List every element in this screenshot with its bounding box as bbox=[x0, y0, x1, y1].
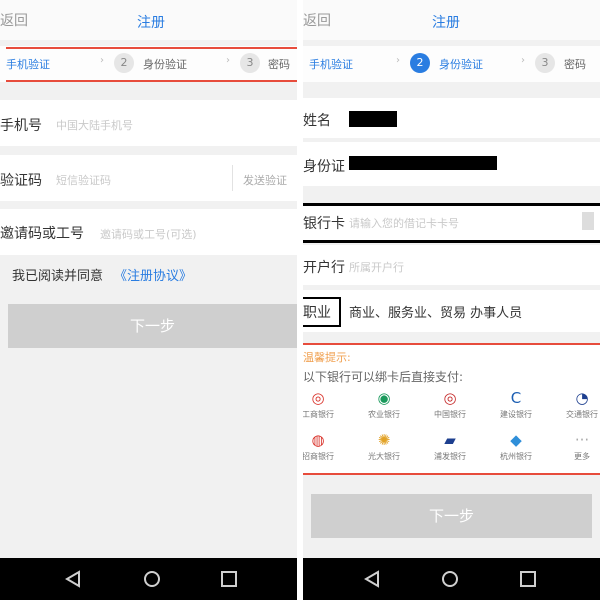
step-3-label: 密码 bbox=[564, 58, 586, 71]
home-nav-icon[interactable] bbox=[143, 570, 161, 588]
chevron-right-icon: › bbox=[396, 55, 400, 66]
more-icon: ··· bbox=[574, 431, 590, 449]
code-input[interactable]: 短信验证码 bbox=[56, 172, 111, 188]
supported-banks-panel: 温馨提示: 以下银行可以绑卡后直接支付: ◎ 工商银行 ◉ 农业银行 ◎ 中国银行 C 建设银… bbox=[303, 345, 600, 473]
name-row[interactable]: 姓名 bbox=[303, 98, 600, 138]
recents-nav-icon[interactable] bbox=[220, 570, 238, 588]
bank-name: 招商银行 bbox=[303, 452, 334, 461]
id-label: 身份证 bbox=[303, 159, 345, 175]
agreement-link[interactable]: 《注册协议》 bbox=[114, 265, 192, 284]
register-step2-screen: 返回 注册 手机验证 › 2 身份验证 › 3 密码 姓名 身份证 银行卡 请输… bbox=[303, 0, 600, 600]
tips-text: 以下银行可以绑卡后直接支付: bbox=[303, 370, 464, 384]
abc-bank-item[interactable]: ◉ 农业银行 bbox=[359, 387, 409, 420]
bank-name: 交通银行 bbox=[566, 410, 598, 419]
cmb-icon: ◍ bbox=[311, 431, 325, 449]
chevron-right-icon: › bbox=[521, 55, 525, 66]
boc-bank-item[interactable]: ◎ 中国银行 bbox=[425, 387, 475, 420]
icbc-bank-item[interactable]: ◎ 工商银行 bbox=[303, 387, 343, 420]
more-bank-item[interactable]: ··· 更多 bbox=[557, 429, 600, 462]
next-button[interactable]: 下一步 bbox=[8, 304, 297, 348]
code-label: 验证码 bbox=[0, 173, 42, 189]
step-3-number: 3 bbox=[535, 53, 555, 73]
step-3-label: 密码 bbox=[268, 58, 290, 71]
ccb-bank-item[interactable]: C 建设银行 bbox=[491, 387, 541, 420]
phone-row[interactable]: 手机号 中国大陆手机号 bbox=[0, 100, 297, 146]
bank-name: 中国银行 bbox=[434, 410, 466, 419]
name-redacted bbox=[349, 111, 397, 127]
back-button[interactable]: 返回 bbox=[303, 10, 331, 30]
abc-icon: ◉ bbox=[377, 389, 391, 407]
android-nav-bar bbox=[303, 558, 600, 600]
bank-select[interactable]: 所属开户行 bbox=[349, 259, 404, 275]
hzbank-bank-item[interactable]: ◆ 杭州银行 bbox=[491, 429, 541, 462]
bank-card-label: 银行卡 bbox=[303, 216, 345, 232]
ceb-bank-item[interactable]: ✺ 光大银行 bbox=[359, 429, 409, 462]
id-row[interactable]: 身份证 bbox=[303, 142, 600, 186]
bank-row[interactable]: 开户行 所属开户行 bbox=[303, 245, 600, 285]
step-2-label: 身份验证 bbox=[439, 58, 483, 71]
back-button[interactable]: 返回 bbox=[0, 10, 28, 30]
step-3-number: 3 bbox=[240, 53, 260, 73]
bank-name: 光大银行 bbox=[368, 452, 400, 461]
step-2-number: 2 bbox=[410, 53, 430, 73]
invite-input[interactable]: 邀请码或工号(可选) bbox=[100, 226, 197, 242]
step-1-label: 手机验证 bbox=[309, 58, 353, 71]
agree-text: 我已阅读并同意 bbox=[12, 269, 104, 284]
cmb-bank-item[interactable]: ◍ 招商银行 bbox=[303, 429, 343, 462]
spdb-bank-item[interactable]: ▰ 浦发银行 bbox=[425, 429, 475, 462]
chevron-right-icon: › bbox=[100, 55, 104, 66]
ceb-icon: ✺ bbox=[377, 431, 391, 449]
header-bar: 返回 注册 bbox=[303, 0, 600, 40]
bank-name: 农业银行 bbox=[368, 410, 400, 419]
boc-icon: ◎ bbox=[443, 389, 457, 407]
tips-title: 温馨提示: bbox=[303, 351, 351, 364]
bank-name: 杭州银行 bbox=[500, 452, 532, 461]
name-label: 姓名 bbox=[303, 113, 331, 129]
code-row[interactable]: 验证码 短信验证码 发送验证 bbox=[0, 155, 297, 201]
step-2-label: 身份验证 bbox=[143, 58, 187, 71]
ccb-icon: C bbox=[510, 389, 522, 407]
scan-card-icon[interactable] bbox=[582, 212, 594, 230]
header-bar: 返回 注册 bbox=[0, 0, 297, 40]
back-nav-icon[interactable] bbox=[64, 570, 82, 588]
job-row[interactable]: 职业 商业、服务业、贸易 办事人员 bbox=[303, 290, 600, 332]
step-indicator: 手机验证 › 2 身份验证 › 3 密码 bbox=[303, 46, 600, 82]
android-nav-bar bbox=[0, 558, 297, 600]
highlight-line-top bbox=[6, 47, 297, 49]
bank-name: 工商银行 bbox=[303, 410, 334, 419]
bocom-bank-item[interactable]: ◔ 交通银行 bbox=[557, 387, 600, 420]
phone-label: 手机号 bbox=[0, 118, 42, 134]
recents-nav-icon[interactable] bbox=[519, 570, 537, 588]
highlight-line-bottom bbox=[303, 473, 600, 475]
id-redacted bbox=[349, 156, 497, 170]
spdb-icon: ▰ bbox=[444, 431, 456, 449]
bank-card-row[interactable]: 银行卡 请输入您的借记卡卡号 bbox=[303, 203, 600, 243]
page-title: 注册 bbox=[137, 15, 165, 31]
bank-name: 浦发银行 bbox=[434, 452, 466, 461]
page-title: 注册 bbox=[432, 15, 460, 31]
bank-card-input[interactable]: 请输入您的借记卡卡号 bbox=[349, 215, 459, 231]
bocom-icon: ◔ bbox=[575, 389, 589, 407]
step-1-label: 手机验证 bbox=[6, 58, 50, 71]
step-indicator: 手机验证 › 2 身份验证 › 3 密码 bbox=[0, 46, 297, 82]
back-nav-icon[interactable] bbox=[363, 570, 381, 588]
home-nav-icon[interactable] bbox=[441, 570, 459, 588]
job-value[interactable]: 商业、服务业、贸易 办事人员 bbox=[349, 302, 522, 321]
highlight-line-bottom bbox=[6, 80, 297, 82]
chevron-right-icon: › bbox=[226, 55, 230, 66]
bank-label: 开户行 bbox=[303, 260, 345, 276]
divider bbox=[232, 165, 233, 191]
bank-name: 更多 bbox=[574, 452, 590, 461]
hzbank-icon: ◆ bbox=[510, 431, 522, 449]
job-label: 职业 bbox=[303, 305, 331, 321]
step-2-number: 2 bbox=[114, 53, 134, 73]
next-button[interactable]: 下一步 bbox=[311, 494, 592, 538]
invite-row[interactable]: 邀请码或工号 邀请码或工号(可选) bbox=[0, 209, 297, 255]
register-step1-screen: 返回 注册 手机验证 › 2 身份验证 › 3 密码 手机号 中国大陆手机号 验… bbox=[0, 0, 297, 600]
phone-input[interactable]: 中国大陆手机号 bbox=[56, 117, 133, 133]
invite-label: 邀请码或工号 bbox=[0, 226, 84, 242]
bank-name: 建设银行 bbox=[500, 410, 532, 419]
icbc-icon: ◎ bbox=[311, 389, 325, 407]
send-code-button[interactable]: 发送验证 bbox=[243, 172, 287, 188]
